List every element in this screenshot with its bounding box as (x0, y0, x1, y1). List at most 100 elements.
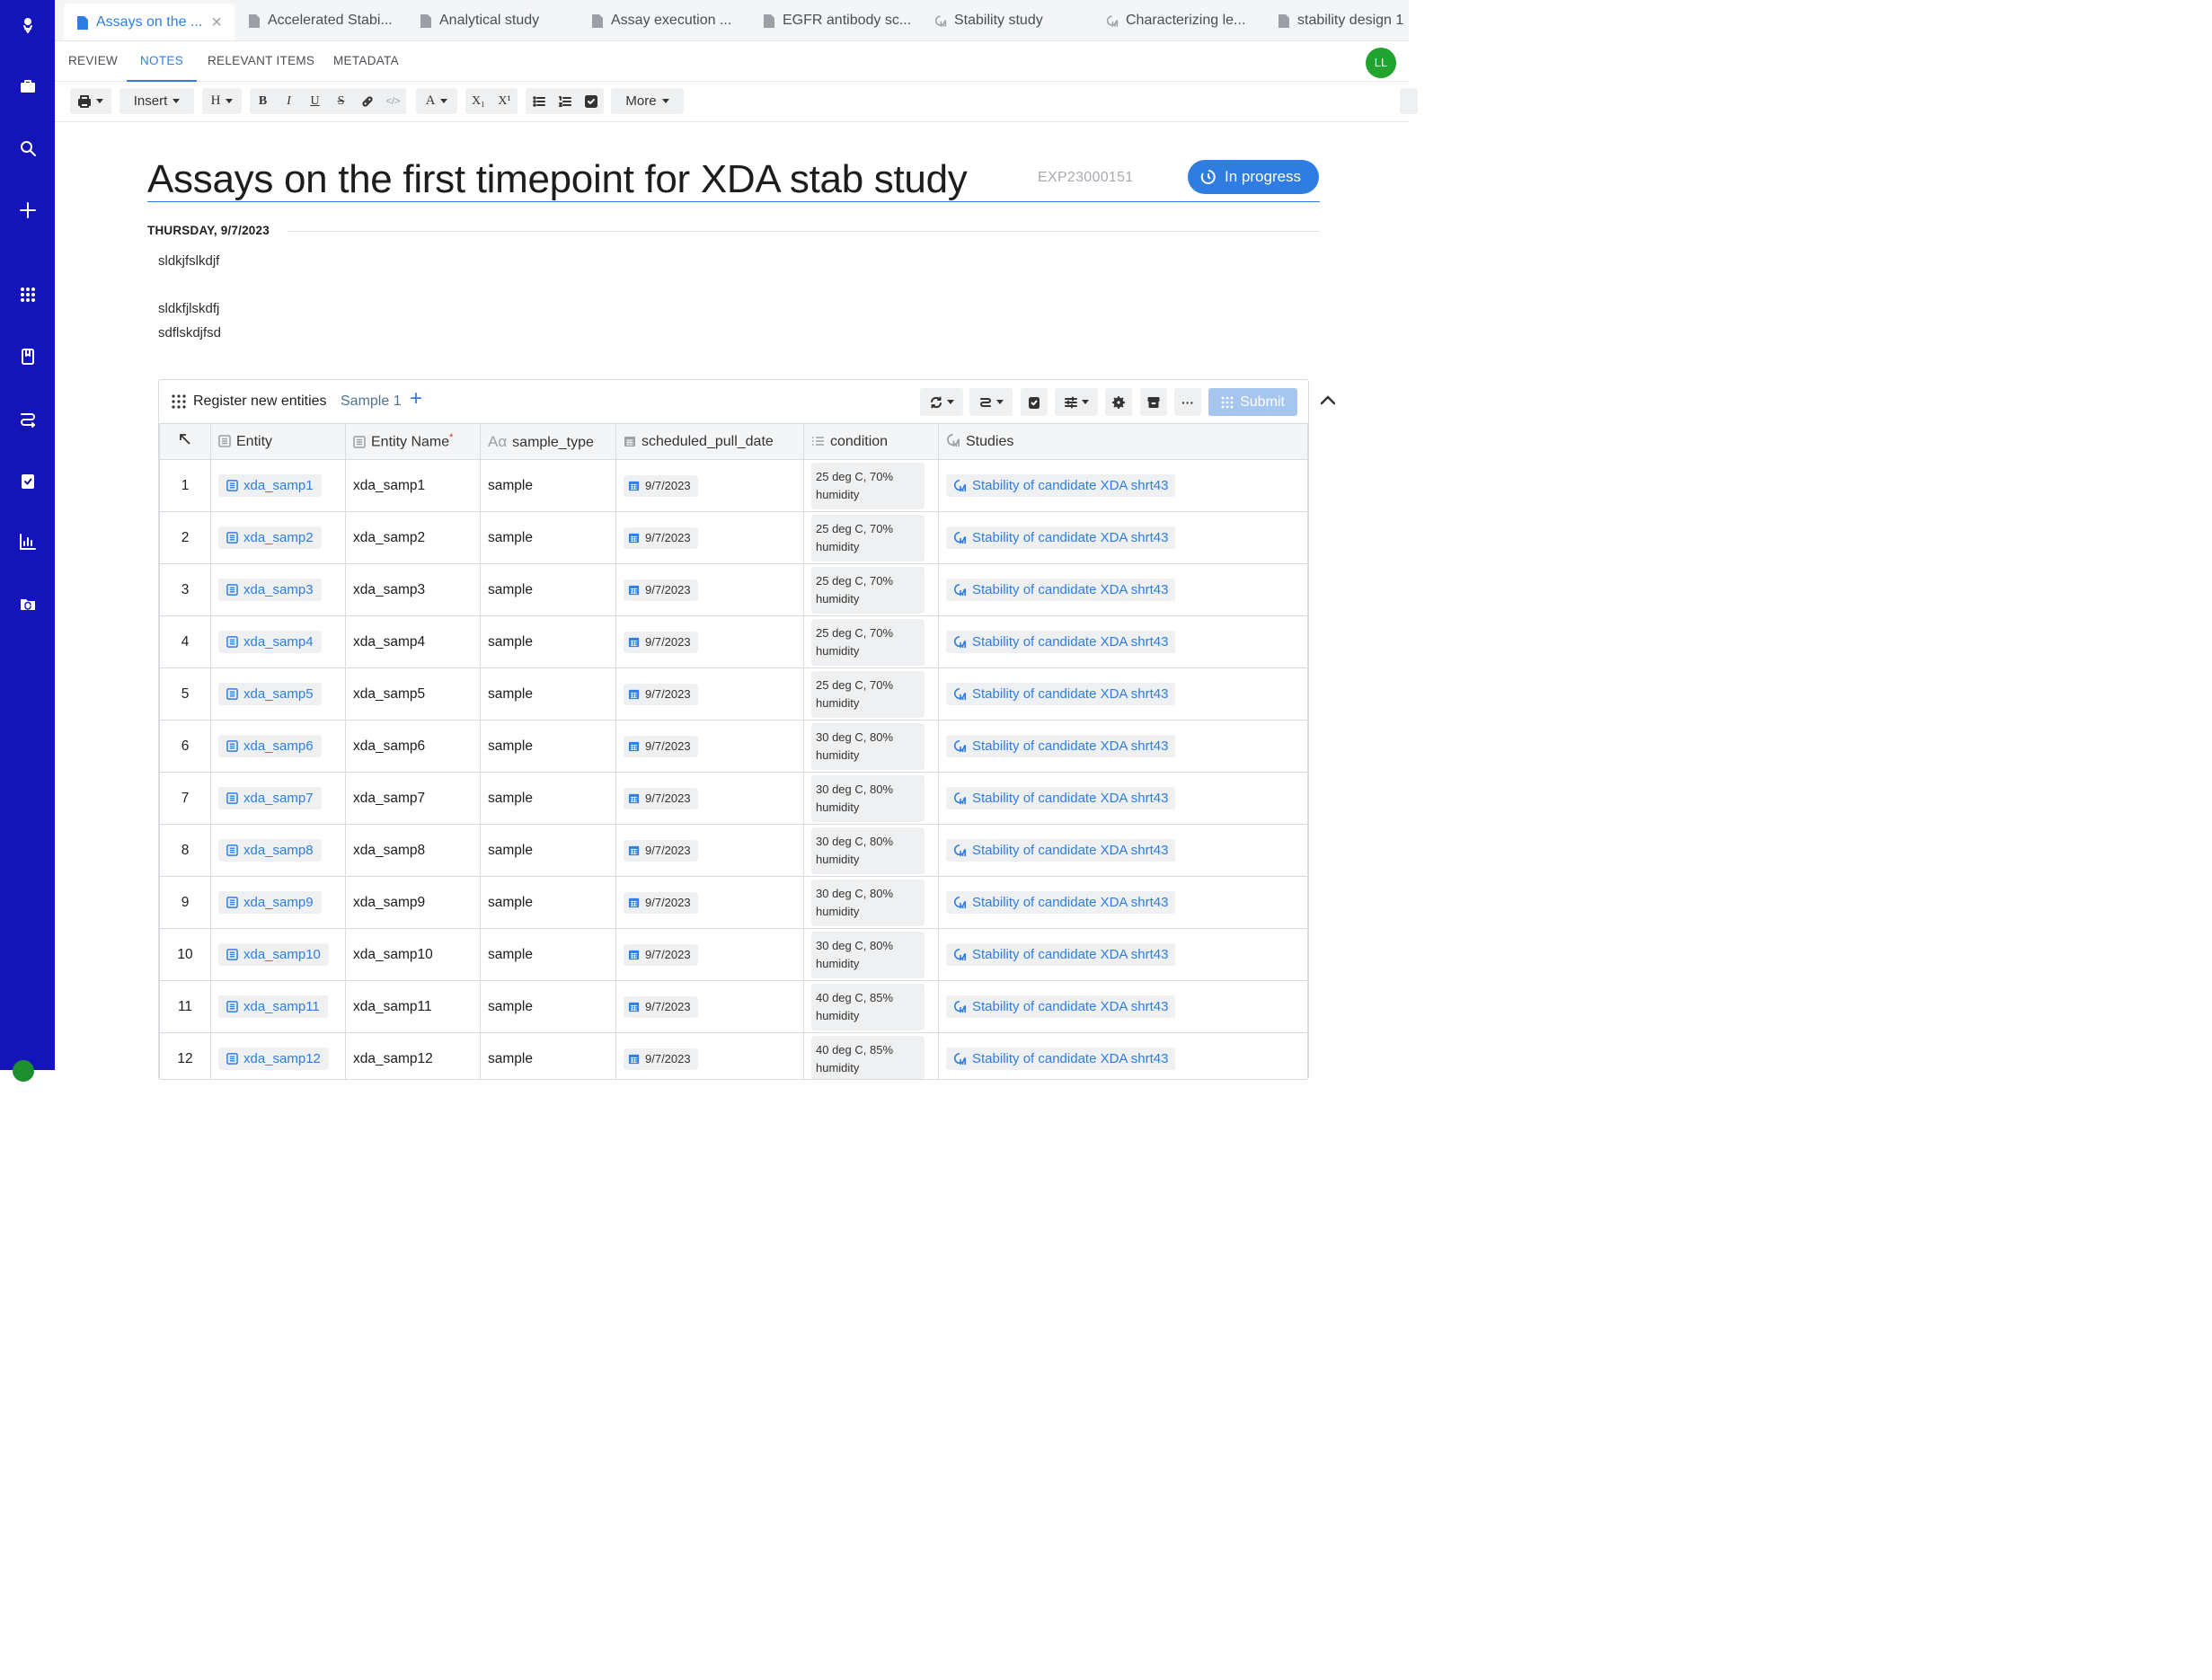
entity-name-cell[interactable]: xda_samp2 (345, 511, 481, 564)
entity-cell[interactable]: xda_samp3 (210, 563, 346, 616)
study-link[interactable]: Stability of candidate XDA shrt43 (946, 631, 1176, 653)
study-link[interactable]: Stability of candidate XDA shrt43 (946, 787, 1176, 809)
study-link[interactable]: Stability of candidate XDA shrt43 (946, 526, 1176, 549)
row-number[interactable]: 6 (159, 720, 211, 773)
insert-button[interactable]: Insert (119, 88, 194, 114)
scheduled-pull-date-cell[interactable]: 9/7/2023 (615, 668, 804, 721)
code-icon[interactable]: </> (380, 88, 406, 114)
entity-name-cell[interactable]: xda_samp3 (345, 563, 481, 616)
scheduled-pull-date-cell[interactable]: 9/7/2023 (615, 824, 804, 877)
rail-avatar[interactable] (13, 1060, 34, 1082)
toolbar-overflow-handle[interactable] (1400, 88, 1418, 114)
entity-link[interactable]: xda_samp2 (218, 526, 322, 549)
tab-metadata[interactable]: METADATA (333, 41, 399, 82)
bullet-list-icon[interactable] (526, 88, 552, 114)
condition-cell[interactable]: 30 deg C, 80% humidity (803, 824, 939, 877)
condition-cell[interactable]: 25 deg C, 70% humidity (803, 668, 939, 721)
entity-name-cell[interactable]: xda_samp8 (345, 824, 481, 877)
sample-type-cell[interactable]: sample (480, 876, 616, 929)
studies-cell[interactable]: Stability of candidate XDA shrt43 (938, 1032, 1308, 1079)
entity-cell[interactable]: xda_samp12 (210, 1032, 346, 1079)
entity-link[interactable]: xda_samp6 (218, 735, 322, 757)
study-link[interactable]: Stability of candidate XDA shrt43 (946, 735, 1176, 757)
scheduled-pull-date-cell[interactable]: 9/7/2023 (615, 615, 804, 668)
entity-name-cell[interactable]: xda_samp10 (345, 928, 481, 981)
studies-cell[interactable]: Stability of candidate XDA shrt43 (938, 720, 1308, 773)
row-number[interactable]: 9 (159, 876, 211, 929)
column-header-scheduled-pull-date[interactable]: scheduled_pull_date (615, 423, 804, 460)
column-header-condition[interactable]: condition (803, 423, 939, 460)
entity-name-cell[interactable]: xda_samp5 (345, 668, 481, 721)
entity-name-cell[interactable]: xda_samp6 (345, 720, 481, 773)
schema-name[interactable]: Sample 1 (341, 393, 402, 410)
settings-button[interactable] (1105, 388, 1132, 416)
sample-type-cell[interactable]: sample (480, 824, 616, 877)
scheduled-pull-date-cell[interactable]: 9/7/2023 (615, 459, 804, 512)
tab-analytical-study[interactable]: Analytical study (420, 0, 539, 40)
column-header-studies[interactable]: Studies (938, 423, 1308, 460)
studies-cell[interactable]: Stability of candidate XDA shrt43 (938, 459, 1308, 512)
row-number[interactable]: 12 (159, 1032, 211, 1079)
row-number[interactable]: 3 (159, 563, 211, 616)
condition-cell[interactable]: 40 deg C, 85% humidity (803, 1032, 939, 1079)
entity-name-cell[interactable]: xda_samp9 (345, 876, 481, 929)
entity-cell[interactable]: xda_samp8 (210, 824, 346, 877)
checklist-icon[interactable] (578, 88, 604, 114)
column-header-entity-name[interactable]: Entity Name* (345, 423, 481, 460)
folder-sync-icon[interactable] (0, 586, 55, 622)
columns-menu-button[interactable] (1055, 388, 1098, 416)
entity-cell[interactable]: xda_samp1 (210, 459, 346, 512)
table-row[interactable]: 9 xda_samp9 xda_samp9 sample 9/7/2023 30 deg … (159, 876, 1308, 929)
entity-name-cell[interactable]: xda_samp12 (345, 1032, 481, 1079)
studies-cell[interactable]: Stability of candidate XDA shrt43 (938, 928, 1308, 981)
column-header-sample-type[interactable]: Aα sample_type (480, 423, 616, 460)
study-link[interactable]: Stability of candidate XDA shrt43 (946, 839, 1176, 862)
table-row[interactable]: 12 xda_samp12 xda_samp12 sample 9/7/2023 40 d… (159, 1032, 1308, 1079)
entity-cell[interactable]: xda_samp5 (210, 668, 346, 721)
scheduled-pull-date-cell[interactable]: 9/7/2023 (615, 511, 804, 564)
studies-cell[interactable]: Stability of candidate XDA shrt43 (938, 668, 1308, 721)
studies-cell[interactable]: Stability of candidate XDA shrt43 (938, 824, 1308, 877)
column-header-entity[interactable]: Entity (210, 423, 346, 460)
studies-cell[interactable]: Stability of candidate XDA shrt43 (938, 772, 1308, 825)
scheduled-pull-date-cell[interactable]: 9/7/2023 (615, 928, 804, 981)
select-all-cell[interactable] (159, 423, 211, 460)
tab-stability-design[interactable]: stability design 1 (1278, 0, 1403, 40)
table-row[interactable]: 4 xda_samp4 xda_samp4 sample 9/7/2023 25 deg … (159, 615, 1308, 668)
condition-cell[interactable]: 30 deg C, 80% humidity (803, 928, 939, 981)
entity-link[interactable]: xda_samp4 (218, 631, 322, 653)
submit-button[interactable]: Submit (1208, 388, 1297, 416)
scheduled-pull-date-cell[interactable]: 9/7/2023 (615, 563, 804, 616)
entity-link[interactable]: xda_samp3 (218, 579, 322, 601)
sample-type-cell[interactable]: sample (480, 668, 616, 721)
studies-cell[interactable]: Stability of candidate XDA shrt43 (938, 511, 1308, 564)
study-link[interactable]: Stability of candidate XDA shrt43 (946, 474, 1176, 497)
tab-egfr-antibody[interactable]: EGFR antibody sc... (763, 0, 911, 40)
entity-name-cell[interactable]: xda_samp7 (345, 772, 481, 825)
bold-button[interactable]: B (250, 88, 276, 114)
study-link[interactable]: Stability of candidate XDA shrt43 (946, 891, 1176, 914)
briefcase-icon[interactable] (0, 68, 55, 104)
clipboard-check-icon[interactable] (0, 463, 55, 499)
sample-type-cell[interactable]: sample (480, 459, 616, 512)
benchling-logo-icon[interactable] (0, 7, 55, 43)
studies-cell[interactable]: Stability of candidate XDA shrt43 (938, 615, 1308, 668)
table-row[interactable]: 5 xda_samp5 xda_samp5 sample 9/7/2023 25 deg … (159, 668, 1308, 721)
sample-type-cell[interactable]: sample (480, 1032, 616, 1079)
status-button[interactable]: In progress (1188, 160, 1319, 194)
tab-accelerated-stability[interactable]: Accelerated Stabi... (248, 0, 393, 40)
entity-cell[interactable]: xda_samp9 (210, 876, 346, 929)
notebook-icon[interactable] (0, 339, 55, 375)
condition-cell[interactable]: 30 deg C, 80% humidity (803, 720, 939, 773)
study-link[interactable]: Stability of candidate XDA shrt43 (946, 1048, 1176, 1070)
studies-cell[interactable]: Stability of candidate XDA shrt43 (938, 980, 1308, 1033)
entity-link[interactable]: xda_samp9 (218, 891, 322, 914)
apps-grid-icon[interactable] (0, 277, 55, 313)
sample-type-cell[interactable]: sample (480, 980, 616, 1033)
note-text[interactable]: sldkfjlskdfj (158, 301, 219, 316)
row-number[interactable]: 1 (159, 459, 211, 512)
entity-cell[interactable]: xda_samp6 (210, 720, 346, 773)
validate-button[interactable] (1021, 388, 1048, 416)
table-row[interactable]: 1 xda_samp1 xda_samp1 sample 9/7/2023 25 deg … (159, 459, 1308, 512)
heading-button[interactable]: H (202, 88, 242, 114)
